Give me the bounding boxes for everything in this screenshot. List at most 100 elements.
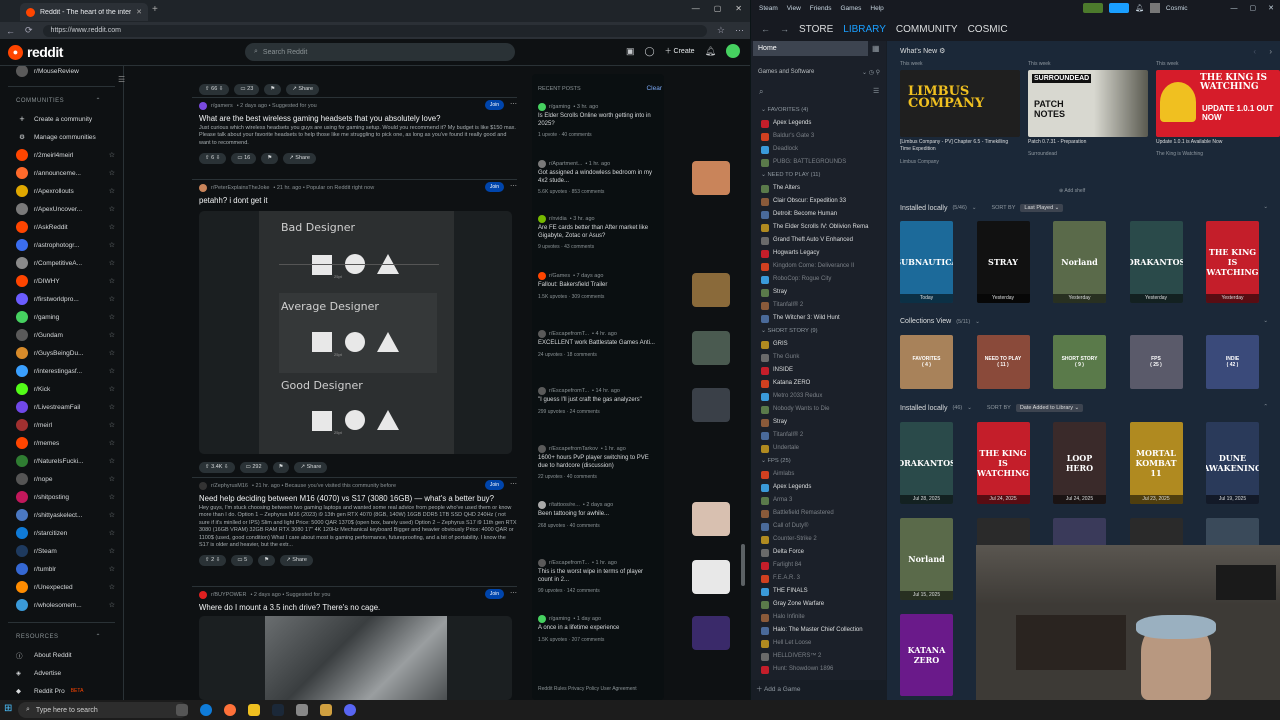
- game-list-item[interactable]: Katana ZERO: [761, 377, 886, 390]
- favorite-star-icon[interactable]: ☆: [109, 547, 115, 555]
- post-title[interactable]: petahh? i dont get it: [199, 196, 517, 205]
- maximize-icon[interactable]: ▢: [1250, 4, 1257, 12]
- game-tile[interactable]: STRAY Yesterday: [976, 221, 1030, 303]
- recent-post-item[interactable]: r/Apartment... • 1 hr. ago Got assigned a …: [538, 159, 738, 195]
- game-list-item[interactable]: Hell Let Loose: [761, 637, 886, 650]
- sidebar-community-item[interactable]: r/shitposting ☆: [8, 488, 115, 506]
- game-list-item[interactable]: Grand Theft Auto V Enhanced: [761, 234, 886, 247]
- create-community-item[interactable]: + Create a community: [8, 110, 115, 128]
- subreddit-name[interactable]: r/ZephyrusM16: [211, 483, 248, 489]
- search-icon[interactable]: ⌕: [759, 87, 763, 97]
- grid-icon[interactable]: ▦: [872, 44, 880, 53]
- shelf-title[interactable]: Installed locally: [900, 405, 947, 412]
- recent-post-item[interactable]: r/Games • 7 days ago Fallout: Bakersfield …: [538, 271, 738, 307]
- game-list-item[interactable]: Deadlock: [761, 143, 886, 156]
- game-list-item[interactable]: The Gunk: [761, 351, 886, 364]
- steam-menu-view[interactable]: View: [787, 5, 801, 12]
- news-card-surroundead[interactable]: SURROUNDEAD PATCH NOTES: [1028, 70, 1148, 137]
- share-button[interactable]: ↗ Share: [294, 461, 328, 473]
- game-list-item[interactable]: Stray: [761, 416, 886, 429]
- favorite-star-icon[interactable]: ☆: [109, 367, 115, 375]
- more-options-icon[interactable]: ⋯: [510, 480, 517, 488]
- post-image[interactable]: [199, 616, 512, 700]
- award-button[interactable]: ⚑: [261, 152, 279, 164]
- favorite-star-icon[interactable]: ☆: [109, 583, 115, 591]
- tab-community[interactable]: COMMUNITY: [896, 24, 958, 35]
- add-shelf-button[interactable]: ⊕ Add shelf: [1059, 188, 1085, 194]
- join-button[interactable]: Join: [484, 100, 504, 110]
- post-title[interactable]: Where do I mount a 3.5 inch drive? There…: [199, 603, 517, 612]
- collection-tile[interactable]: SHORT STORY( 9 ): [1053, 335, 1106, 389]
- card-title[interactable]: Update 1.0.1 is Available Now: [1156, 139, 1222, 145]
- games-filter-dropdown[interactable]: Games and Software ⌄ ◷ ⚲: [753, 66, 880, 78]
- vote-button[interactable]: ⇧ 2 ⇩: [199, 554, 227, 566]
- game-tile[interactable]: MORTAL KOMBAT 11 Jul 23, 2025: [1129, 422, 1183, 504]
- recent-subreddit[interactable]: r/EscapefromTarkov: [549, 446, 598, 452]
- award-button[interactable]: ⚑: [272, 461, 290, 473]
- favorite-star-icon[interactable]: ☆: [109, 187, 115, 195]
- favorite-star-icon[interactable]: ☆: [109, 151, 115, 159]
- app-icon[interactable]: [320, 704, 332, 716]
- forward-icon[interactable]: →: [780, 24, 789, 34]
- card-title[interactable]: [Limbus Company - PV] Chapter 6.5 - Time…: [900, 139, 1018, 152]
- game-list-item[interactable]: Halo Infinite: [761, 611, 886, 624]
- steam-menu-help[interactable]: Help: [870, 5, 883, 12]
- game-list-item[interactable]: Hunt: Showdown 1896: [761, 663, 886, 676]
- favorite-star-icon[interactable]: ☆: [109, 169, 115, 177]
- game-tile[interactable]: THE KING IS WATCHING Yesterday: [1206, 221, 1259, 303]
- menu-icon[interactable]: ⋯: [735, 25, 744, 36]
- prev-icon[interactable]: ‹: [1253, 47, 1256, 56]
- card-title[interactable]: Patch 0.7.31 - Preparation: [1028, 139, 1086, 145]
- sidebar-community-item[interactable]: r/shittyaskelect... ☆: [8, 506, 115, 524]
- more-options-icon[interactable]: ⋯: [510, 589, 517, 597]
- recent-post-item[interactable]: r/nvidia • 3 hr. ago Are FE cards better t…: [538, 214, 738, 250]
- favorite-star-icon[interactable]: ☆: [109, 349, 115, 357]
- avatar[interactable]: [726, 44, 740, 58]
- collection-tile[interactable]: NEED TO PLAY( 11 ): [976, 335, 1030, 389]
- ads-icon[interactable]: ▣: [626, 46, 635, 57]
- friends-badge-icon[interactable]: [1083, 3, 1103, 13]
- recent-title[interactable]: This is the worst wipe in terms of playe…: [538, 569, 656, 584]
- communities-header[interactable]: COMMUNITIES ⌃: [16, 97, 115, 105]
- game-list-item[interactable]: Gray Zone Warfare: [761, 598, 886, 611]
- favorite-star-icon[interactable]: ☆: [109, 385, 115, 393]
- post-title[interactable]: What are the best wireless gaming headse…: [199, 114, 517, 123]
- card-game[interactable]: Surroundead: [1028, 151, 1057, 157]
- about-reddit-item[interactable]: ⓘ About Reddit: [8, 646, 115, 664]
- comments-button[interactable]: ▭ 292: [239, 461, 268, 473]
- favorite-star-icon[interactable]: ☆: [109, 331, 115, 339]
- resources-header[interactable]: RESOURCES ⌃: [16, 633, 115, 641]
- join-button[interactable]: Join: [484, 480, 504, 490]
- recent-title[interactable]: A once in a lifetime experience: [538, 625, 656, 633]
- recent-title[interactable]: Are FE cards better than After market li…: [538, 225, 656, 240]
- star-icon[interactable]: ☆: [717, 25, 725, 36]
- steam-menu-games[interactable]: Games: [840, 5, 861, 12]
- steam-taskbar-icon[interactable]: [272, 704, 284, 716]
- clear-button[interactable]: Clear: [646, 85, 662, 92]
- close-window-icon[interactable]: ✕: [735, 4, 742, 13]
- news-card-limbus[interactable]: LIMBUS COMPANY: [900, 70, 1020, 137]
- recent-subreddit[interactable]: r/gaming: [549, 104, 570, 110]
- game-tile[interactable]: Norland Jul 15, 2025: [900, 518, 953, 600]
- add-game-button[interactable]: ＋ Add a Game: [756, 683, 800, 693]
- favorite-star-icon[interactable]: ☆: [109, 259, 115, 267]
- favorite-star-icon[interactable]: ☆: [109, 439, 115, 447]
- user-avatar[interactable]: [1149, 3, 1160, 13]
- comments-button[interactable]: ▭ 5: [231, 554, 254, 566]
- discord-icon[interactable]: [344, 704, 356, 716]
- favorite-star-icon[interactable]: ☆: [109, 511, 115, 519]
- recent-post-item[interactable]: r/EscapefromT... • 14 hr. ago "I guess I'l…: [538, 386, 738, 422]
- game-list-item[interactable]: Apex Legends: [761, 117, 886, 130]
- sidebar-community-item[interactable]: r/Apexrollouts ☆: [8, 182, 115, 200]
- sort-dropdown[interactable]: Date Added to Library ⌄: [1015, 404, 1084, 412]
- vote-button[interactable]: ⇧ 66 ⇩: [199, 83, 230, 95]
- game-tile[interactable]: KATANA ZERO: [900, 614, 953, 696]
- favorite-star-icon[interactable]: ☆: [109, 457, 115, 465]
- advertise-item[interactable]: ◈ Advertise: [8, 664, 115, 682]
- close-tab-icon[interactable]: ✕: [136, 8, 142, 16]
- news-card-kingwatching[interactable]: THE KING IS WATCHING UPDATE 1.0.1 OUT NO…: [1156, 70, 1280, 137]
- sidebar-community-item[interactable]: r/astrophotogr... ☆: [8, 236, 115, 254]
- collapse-icon[interactable]: ⌃: [1263, 404, 1268, 410]
- subreddit-name[interactable]: r/BUYPOWER: [211, 592, 246, 598]
- game-list-item[interactable]: Apex Legends: [761, 481, 886, 494]
